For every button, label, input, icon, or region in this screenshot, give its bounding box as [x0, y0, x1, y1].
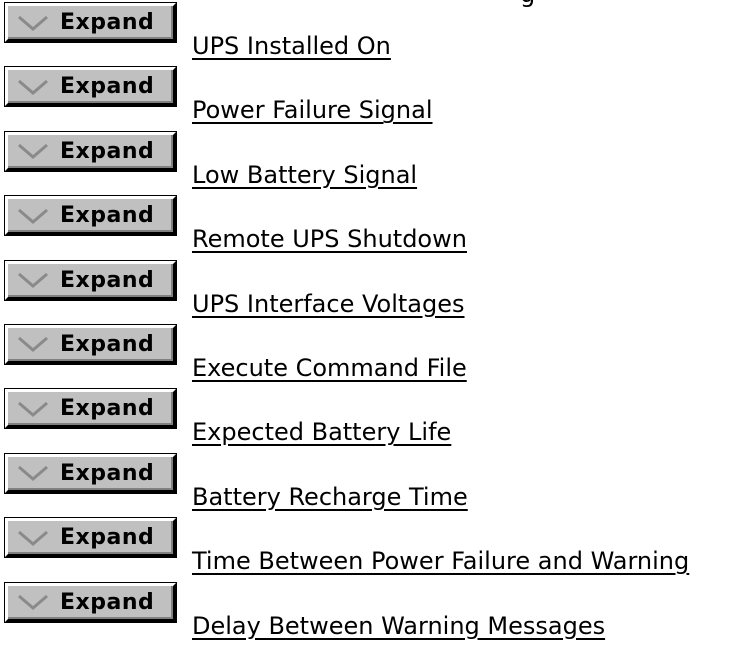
expand-button[interactable]: Expand — [5, 453, 176, 493]
expand-label: Expand — [60, 267, 155, 293]
chevron-down-icon — [16, 13, 50, 33]
expand-label: Expand — [60, 589, 155, 615]
expand-button[interactable]: Expand — [5, 131, 176, 171]
chevron-down-icon — [16, 77, 50, 97]
expand-button[interactable]: Expand — [5, 67, 176, 107]
expand-label: Expand — [60, 138, 155, 164]
topic-link[interactable]: Execute Command File — [192, 354, 467, 382]
expand-label: Expand — [60, 460, 155, 486]
topic-link[interactable]: UPS Installed On — [192, 32, 391, 60]
chevron-down-icon — [16, 334, 50, 354]
topic-link[interactable]: Low Battery Signal — [192, 161, 417, 189]
expand-button[interactable]: Expand — [5, 3, 176, 42]
chevron-down-icon — [16, 592, 50, 612]
expand-button[interactable]: Expand — [5, 518, 176, 558]
expand-button[interactable]: Expand — [5, 582, 176, 622]
expand-button[interactable]: Expand — [5, 389, 176, 429]
topic-link[interactable]: Delay Between Warning Messages — [192, 612, 605, 640]
chevron-down-icon — [16, 270, 50, 290]
topic-link[interactable]: Remote UPS Shutdown — [192, 225, 467, 253]
topic-link[interactable]: Expected Battery Life — [192, 418, 451, 446]
cut-off-header-text: g — [520, 0, 535, 6]
chevron-down-icon — [16, 399, 50, 419]
chevron-down-icon — [16, 141, 50, 161]
topic-link[interactable]: Battery Recharge Time — [192, 483, 468, 511]
expand-label: Expand — [60, 331, 155, 357]
topic-link[interactable]: Power Failure Signal — [192, 96, 433, 124]
chevron-down-icon — [16, 528, 50, 548]
expand-button[interactable]: Expand — [5, 324, 176, 364]
expand-label: Expand — [60, 10, 155, 35]
chevron-down-icon — [16, 463, 50, 483]
expand-label: Expand — [60, 525, 155, 551]
chevron-down-icon — [16, 206, 50, 226]
expand-button[interactable]: Expand — [5, 196, 176, 236]
expand-label: Expand — [60, 203, 155, 229]
topic-link[interactable]: UPS Interface Voltages — [192, 290, 465, 318]
expand-label: Expand — [60, 396, 155, 422]
topic-link[interactable]: Time Between Power Failure and Warning — [192, 547, 689, 575]
expand-button[interactable]: Expand — [5, 260, 176, 300]
expand-label: Expand — [60, 74, 155, 100]
